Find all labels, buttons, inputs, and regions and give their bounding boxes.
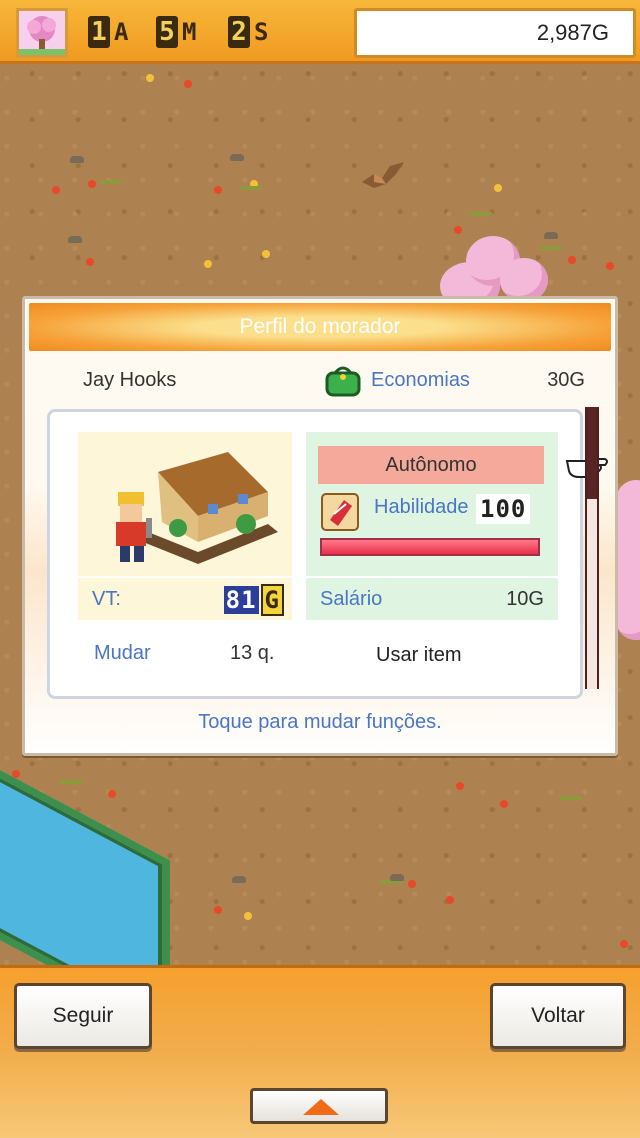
salary-row: Salário 10G	[306, 576, 558, 620]
bottom-bar: Seguir Voltar	[0, 965, 640, 1138]
months-unit: M	[182, 18, 197, 46]
flower	[568, 256, 576, 264]
savings-value: 30G	[547, 369, 585, 391]
rock	[230, 154, 244, 161]
flower	[214, 186, 222, 194]
resident-profile-dialog: Perfil do morador Jay Hooks Economias 30…	[22, 296, 618, 756]
grass-tuft	[60, 780, 82, 784]
hint-text: Toque para mudar funções.	[198, 711, 442, 733]
scrollbar[interactable]	[585, 407, 599, 689]
elapsed-months: 5 M	[156, 14, 196, 50]
vt-unit: G	[260, 584, 284, 616]
swimming-pool[interactable]	[0, 759, 170, 965]
elapsed-weeks: 2 S	[228, 14, 268, 50]
back-button[interactable]: Voltar	[490, 983, 626, 1049]
elapsed-years: 1 A	[88, 14, 128, 50]
vt-value: 81 G	[222, 584, 284, 616]
use-item-button[interactable]: Usar item	[376, 644, 462, 667]
move-value: 13 q.	[230, 642, 275, 664]
savings-label: Economias	[371, 369, 470, 391]
cherry-blossom-tree-icon[interactable]	[16, 8, 68, 58]
rock	[70, 156, 84, 163]
salary-label: Salário	[320, 588, 383, 610]
move-label[interactable]: Mudar	[94, 642, 151, 665]
rock	[68, 236, 82, 243]
flower	[108, 790, 116, 798]
flower	[86, 258, 94, 266]
grass-tuft	[240, 186, 262, 190]
wallet-icon	[325, 366, 361, 397]
scrollbar-thumb[interactable]	[587, 407, 597, 499]
flower	[408, 880, 416, 888]
weeks-number: 2	[228, 16, 250, 48]
flower	[620, 940, 628, 948]
rock	[232, 876, 246, 883]
flower	[494, 184, 502, 192]
resident-portrait	[78, 432, 292, 576]
salary-value: 10G	[506, 588, 544, 610]
skill-book-icon	[321, 493, 359, 531]
skill-value: 100	[476, 494, 531, 524]
resident-info-panel[interactable]: VT: 81 G Autônomo Habilidade 100 Salário …	[47, 409, 583, 699]
grass-tuft	[100, 180, 122, 184]
flower	[262, 250, 270, 258]
years-number: 1	[88, 16, 110, 48]
flower	[146, 74, 154, 82]
grass-tuft	[470, 212, 492, 216]
flower	[52, 186, 60, 194]
expand-menu-button[interactable]	[250, 1088, 388, 1124]
weeks-unit: S	[254, 18, 269, 46]
vt-label: VT:	[92, 588, 121, 610]
follow-button[interactable]: Seguir	[14, 983, 152, 1049]
flower	[204, 260, 212, 268]
skill-label: Habilidade	[374, 496, 469, 518]
flower	[606, 262, 614, 270]
skill-bar	[320, 538, 540, 556]
dialog-title: Perfil do morador	[29, 303, 611, 351]
flower	[184, 80, 192, 88]
bird-icon	[362, 162, 404, 188]
flower	[214, 906, 222, 914]
top-hud: 1 A 5 M 2 S 2,987G	[0, 0, 640, 64]
months-number: 5	[156, 16, 178, 48]
flower	[88, 180, 96, 188]
resident-name: Jay Hooks	[83, 369, 177, 391]
grass-tuft	[540, 246, 562, 250]
flower	[446, 896, 454, 904]
flower	[456, 782, 464, 790]
flower	[244, 912, 252, 920]
vt-row: VT: 81 G	[78, 576, 292, 620]
rock	[390, 874, 404, 881]
cherry-tree-icon[interactable]	[616, 480, 640, 640]
skill-bar-fill	[322, 540, 538, 554]
arrow-up-icon	[303, 1099, 339, 1115]
job-title[interactable]: Autônomo	[318, 446, 544, 484]
flower	[454, 226, 462, 234]
years-unit: A	[114, 18, 129, 46]
vt-digits: 81	[223, 586, 259, 614]
rock	[544, 232, 558, 239]
flower	[500, 800, 508, 808]
money-display: 2,987G	[354, 8, 636, 58]
grass-tuft	[560, 796, 582, 800]
